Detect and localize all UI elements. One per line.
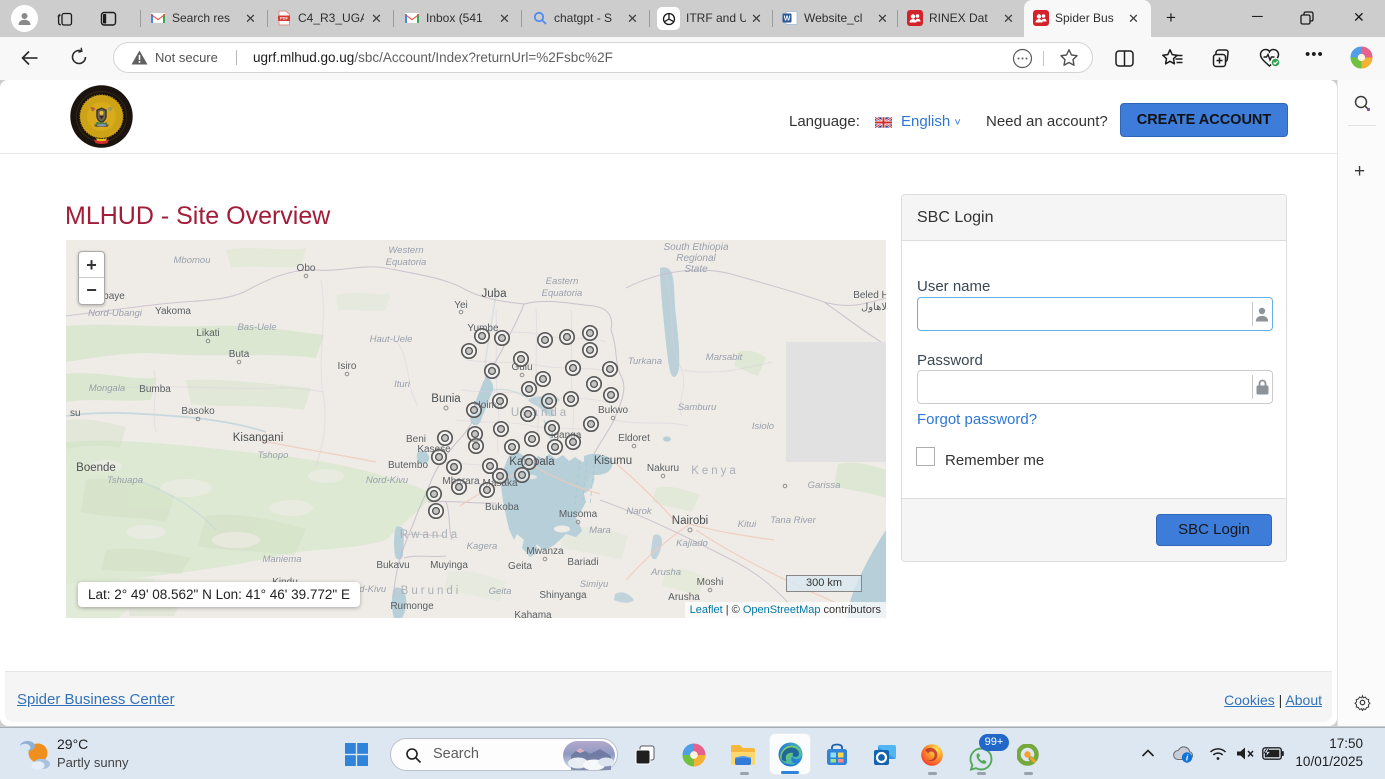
svg-text:Bumba: Bumba (139, 384, 171, 395)
svg-text:Juba: Juba (482, 288, 508, 300)
svg-text:Obo: Obo (297, 263, 316, 274)
svg-text:Burundi: Burundi (401, 585, 462, 597)
svg-text:Muyinga: Muyinga (430, 560, 468, 571)
svg-text:Yakoma: Yakoma (155, 306, 191, 317)
svg-text:Nairobi: Nairobi (672, 515, 708, 527)
svg-text:Kisumu: Kisumu (594, 455, 632, 467)
svg-text:Bunia: Bunia (431, 393, 461, 405)
svg-text:Rumonge: Rumonge (390, 601, 434, 612)
svg-text:Rwanda: Rwanda (400, 529, 460, 541)
svg-text:Tshopo: Tshopo (258, 450, 289, 461)
svg-text:W: W (784, 16, 791, 23)
svg-text:Uganda: Uganda (511, 407, 569, 419)
svg-text:Moshi: Moshi (697, 577, 724, 588)
svg-text:Bukavu: Bukavu (376, 560, 409, 571)
svg-text:Maniema: Maniema (262, 554, 301, 565)
svg-text:Musoma: Musoma (559, 509, 598, 520)
svg-text:Isiolo: Isiolo (752, 421, 774, 432)
svg-text:Eastern: Eastern (546, 276, 579, 287)
svg-text:Isiro: Isiro (338, 361, 357, 372)
svg-text:Equatoria: Equatoria (542, 288, 583, 299)
svg-text:Mwanza: Mwanza (526, 546, 564, 557)
svg-text:Kisangani: Kisangani (233, 432, 284, 444)
svg-text:Turkana: Turkana (628, 356, 662, 367)
svg-text:su: su (70, 408, 81, 419)
svg-text:Western: Western (388, 245, 423, 256)
svg-text:Beled H: Beled H (853, 290, 886, 301)
svg-text:Kajiado: Kajiado (676, 538, 708, 549)
svg-text:Kagera: Kagera (467, 541, 498, 552)
svg-text:Butembo: Butembo (388, 460, 428, 471)
svg-text:Bukoba: Bukoba (485, 502, 519, 513)
svg-text:Eldoret: Eldoret (618, 433, 650, 444)
svg-text:Geita: Geita (508, 561, 532, 572)
svg-text:Arusha: Arusha (650, 567, 681, 578)
svg-text:Narok: Narok (626, 506, 653, 517)
svg-text:Tshuapa: Tshuapa (107, 475, 143, 486)
svg-text:Bukwo: Bukwo (598, 405, 628, 416)
svg-text:Nord-Kivu: Nord-Kivu (366, 475, 409, 486)
svg-text:Kenya: Kenya (691, 465, 739, 477)
svg-text:Buta: Buta (229, 349, 250, 360)
svg-text:Ituri: Ituri (394, 379, 411, 390)
svg-text:Simiyu: Simiyu (580, 579, 609, 590)
svg-text:Mongala: Mongala (89, 383, 125, 394)
svg-text:Mbomou: Mbomou (174, 255, 212, 266)
svg-text:Bas-Uele: Bas-Uele (237, 322, 276, 333)
svg-text:Equatoria: Equatoria (386, 257, 427, 268)
svg-text:لاهاول: لاهاول (861, 302, 886, 313)
svg-text:Kitui: Kitui (738, 519, 757, 530)
svg-text:Tana River: Tana River (770, 515, 816, 526)
svg-text:Garissa: Garissa (808, 480, 841, 491)
svg-text:Likati: Likati (196, 328, 219, 339)
svg-text:Geita: Geita (489, 586, 512, 597)
svg-text:Regional: Regional (676, 253, 716, 264)
svg-text:Marsabit: Marsabit (706, 352, 743, 363)
svg-text:Mara: Mara (589, 525, 611, 536)
svg-text:Shinyanga: Shinyanga (539, 590, 587, 601)
svg-text:Boende: Boende (76, 462, 116, 474)
svg-text:Samburu: Samburu (678, 402, 717, 413)
svg-text:State: State (684, 264, 708, 275)
svg-text:·········: ········· (95, 90, 109, 94)
svg-text:Bariadi: Bariadi (567, 557, 598, 568)
svg-text:South Ethiopia: South Ethiopia (663, 242, 728, 253)
svg-text:paye: paye (103, 291, 125, 302)
svg-text:Nakuru: Nakuru (647, 463, 679, 474)
svg-text:Kahama: Kahama (514, 610, 552, 618)
svg-text:Nord-Ubangi: Nord-Ubangi (88, 308, 143, 319)
svg-text:Haut-Uele: Haut-Uele (370, 334, 413, 345)
svg-text:Yei: Yei (454, 300, 468, 311)
svg-text:PDF: PDF (280, 16, 289, 21)
svg-text:Basoko: Basoko (181, 406, 215, 417)
